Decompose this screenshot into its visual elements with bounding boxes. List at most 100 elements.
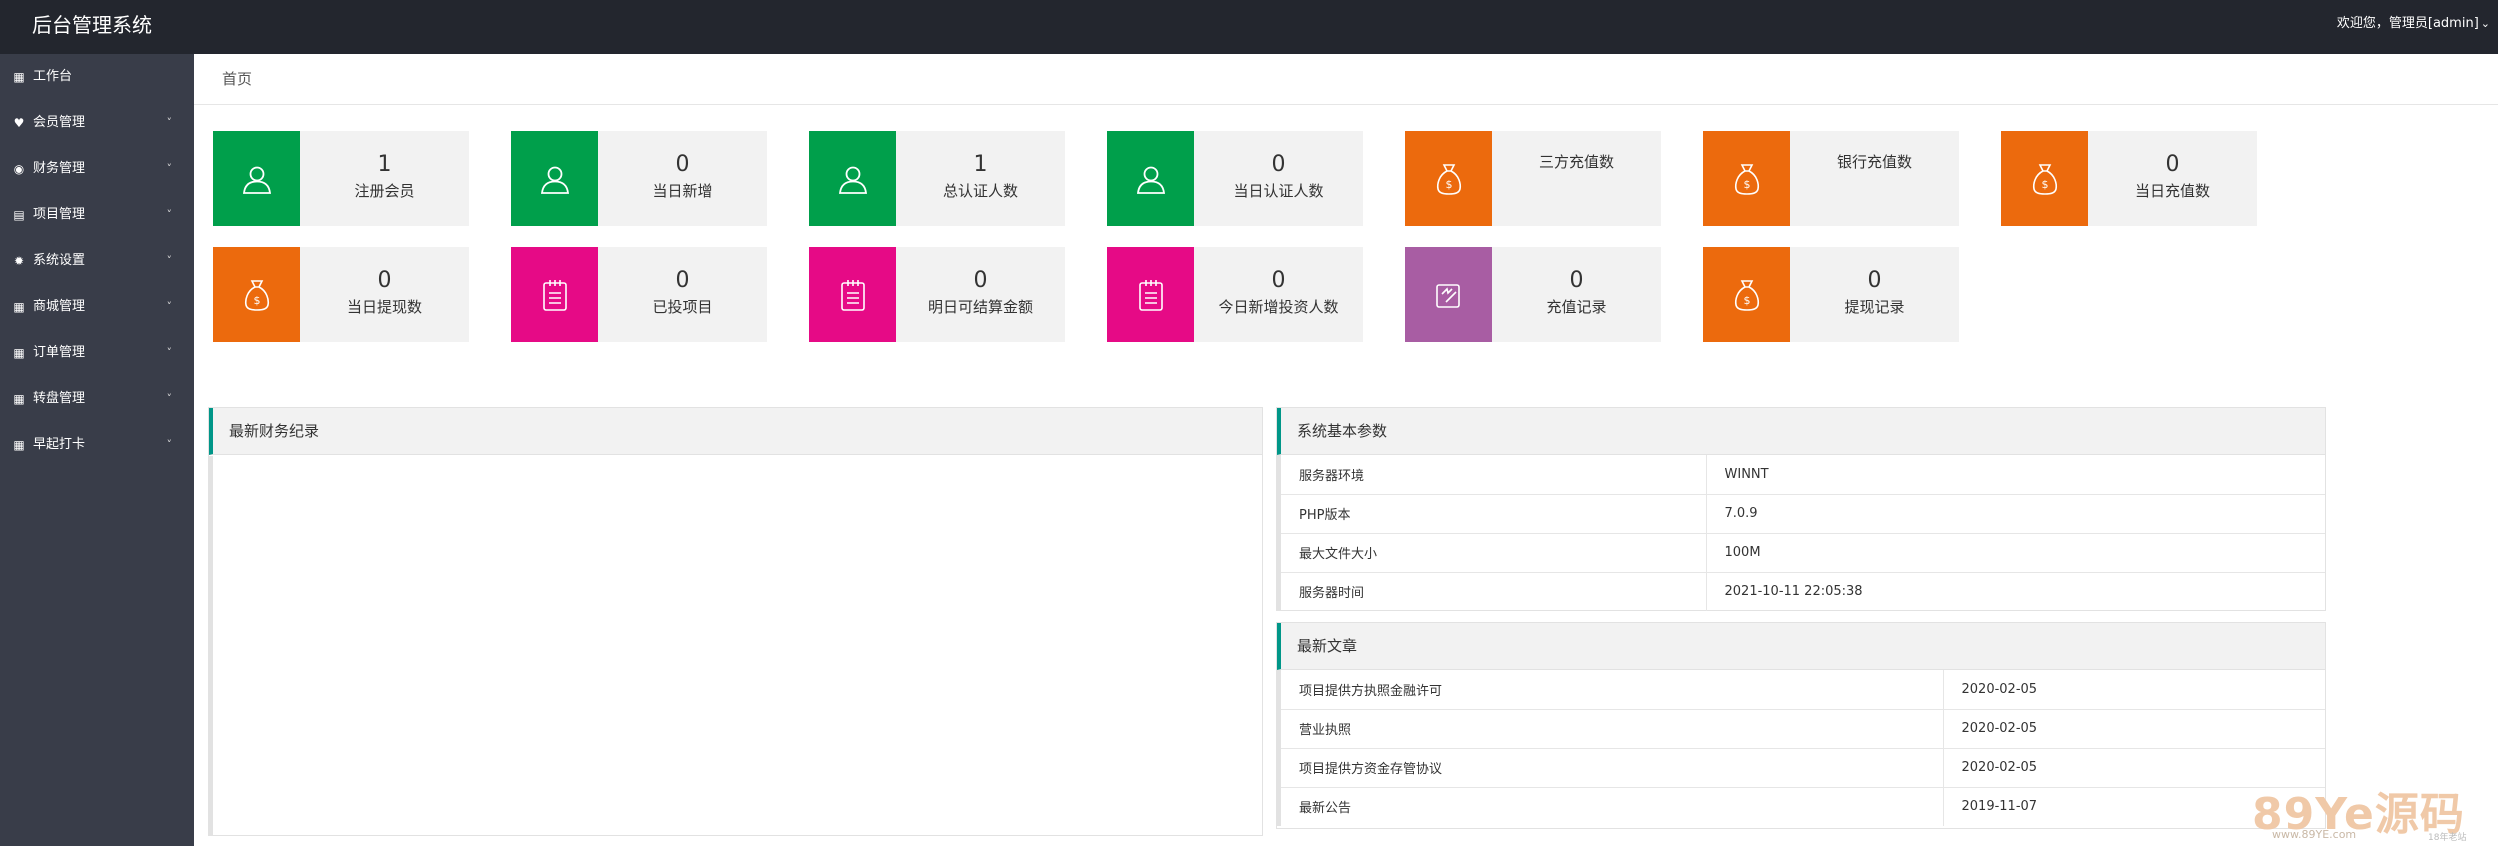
- finance-panel-body: [209, 456, 1262, 835]
- system-table: 服务器环境 WINNT PHP版本 7.0.9 最大文件大小 100M 服务器时间 2021-…: [1281, 455, 2325, 611]
- chevron-down-icon: ˅: [166, 438, 173, 451]
- stat-label: 今日新增投资人数: [1218, 298, 1339, 316]
- stat-value: 0: [675, 152, 690, 177]
- money-bag-icon: $: [1405, 131, 1492, 226]
- stat-label: 三方充值数: [1538, 153, 1614, 171]
- chevron-down-icon: ˅: [166, 208, 173, 221]
- user-icon: [809, 131, 896, 226]
- article-date: 2020-02-05: [1943, 709, 2325, 749]
- stat-card[interactable]: $0 当日充值数: [2001, 131, 2257, 226]
- article-title[interactable]: 项目提供方资金存管协议: [1281, 748, 1944, 788]
- sidebar-item-label: 工作台: [33, 69, 73, 84]
- money-bag-icon: $: [213, 247, 300, 342]
- stat-label: 银行充值数: [1836, 153, 1912, 171]
- articles-panel-title: 最新文章: [1277, 623, 2325, 670]
- stat-label: 提现记录: [1844, 298, 1905, 316]
- stat-value: 0: [377, 268, 392, 293]
- table-row: 服务器时间 2021-10-11 22:05:38: [1281, 572, 2325, 611]
- clipboard-icon: [1107, 247, 1194, 342]
- checkin-icon: ▦: [13, 438, 25, 452]
- stat-card[interactable]: 0 当日新增: [511, 131, 767, 226]
- stat-card[interactable]: 0 充值记录: [1405, 247, 1661, 342]
- recharge-icon: [1405, 247, 1492, 342]
- finance-icon: ◉: [13, 162, 25, 176]
- stat-label: 注册会员: [354, 182, 415, 200]
- watermark-tag: 18年老站: [2428, 833, 2467, 843]
- member-icon: ♥: [13, 116, 25, 130]
- money-bag-icon: $: [2001, 131, 2088, 226]
- param-value: 7.0.9: [1706, 494, 2325, 534]
- articles-panel: 最新文章 项目提供方执照金融许可 2020-02-05 营业执照 2020-02-05…: [1276, 622, 2326, 829]
- table-row[interactable]: 项目提供方执照金融许可 2020-02-05: [1281, 670, 2325, 710]
- sidebar-item-label: 系统设置: [33, 253, 86, 268]
- param-name: PHP版本: [1281, 494, 1707, 534]
- system-panel: 系统基本参数 服务器环境 WINNT PHP版本 7.0.9 最大文件大小 100M 服务器…: [1276, 407, 2326, 611]
- stat-card[interactable]: 1 注册会员: [213, 131, 469, 226]
- chevron-down-icon: ˅: [166, 162, 173, 175]
- order-icon: ▦: [13, 346, 25, 360]
- article-date: 2020-02-05: [1943, 670, 2325, 710]
- article-title[interactable]: 最新公告: [1281, 787, 1944, 826]
- svg-text:$: $: [1445, 178, 1452, 191]
- stat-label: 已投项目: [652, 298, 713, 316]
- watermark-url: www.89YE.com: [2272, 828, 2357, 841]
- table-row: 最大文件大小 100M: [1281, 533, 2325, 573]
- sidebar-item[interactable]: ✹ 系统设置 ˅: [0, 238, 194, 284]
- table-row: PHP版本 7.0.9: [1281, 494, 2325, 534]
- sidebar-item-label: 会员管理: [33, 115, 86, 130]
- table-row[interactable]: 营业执照 2020-02-05: [1281, 709, 2325, 749]
- stat-card[interactable]: 0 当日认证人数: [1107, 131, 1363, 226]
- stat-card[interactable]: $ 三方充值数: [1405, 131, 1661, 226]
- chevron-down-icon: ˅: [166, 300, 173, 313]
- stat-card[interactable]: $ 银行充值数: [1703, 131, 1959, 226]
- finance-panel-title: 最新财务纪录: [209, 408, 1262, 455]
- stat-value: 0: [1569, 268, 1584, 293]
- user-greeting: 欢迎您，管理员[admin]: [2336, 16, 2479, 31]
- table-row[interactable]: 最新公告 2019-11-07: [1281, 787, 2325, 826]
- finance-panel: 最新财务纪录: [208, 407, 1263, 836]
- table-row[interactable]: 项目提供方资金存管协议 2020-02-05: [1281, 748, 2325, 788]
- stat-card[interactable]: 0 今日新增投资人数: [1107, 247, 1363, 342]
- articles-table-wrap: 项目提供方执照金融许可 2020-02-05 营业执照 2020-02-05 项目提供方…: [1277, 670, 2325, 826]
- system-panel-title: 系统基本参数: [1277, 408, 2325, 455]
- stat-value: 0: [973, 268, 988, 293]
- shop-icon: ▦: [13, 300, 25, 314]
- stat-card[interactable]: 0 明日可结算金额: [809, 247, 1065, 342]
- stat-value: 0: [2165, 152, 2180, 177]
- chevron-down-icon: ˅: [166, 346, 173, 359]
- article-title[interactable]: 项目提供方执照金融许可: [1281, 670, 1944, 710]
- article-title[interactable]: 营业执照: [1281, 709, 1944, 749]
- articles-table: 项目提供方执照金融许可 2020-02-05 营业执照 2020-02-05 项目提供方…: [1281, 670, 2325, 826]
- clipboard-icon: [511, 247, 598, 342]
- stat-card[interactable]: 1 总认证人数: [809, 131, 1065, 226]
- sidebar-item[interactable]: ◉ 财务管理 ˅: [0, 146, 194, 192]
- sidebar-item[interactable]: ♥ 会员管理 ˅: [0, 100, 194, 146]
- sidebar-item-label: 早起打卡: [33, 437, 86, 452]
- stat-card[interactable]: $0 提现记录: [1703, 247, 1959, 342]
- stat-value: 0: [1867, 268, 1882, 293]
- stat-card[interactable]: $0 当日提现数: [213, 247, 469, 342]
- param-name: 最大文件大小: [1281, 533, 1707, 573]
- stat-card[interactable]: 0 已投项目: [511, 247, 767, 342]
- gear-icon: ✹: [13, 254, 25, 268]
- dashboard-icon: ▦: [13, 70, 25, 84]
- param-value: 2021-10-11 22:05:38: [1724, 584, 1863, 600]
- sidebar-item[interactable]: ▦ 转盘管理 ˅: [0, 376, 194, 422]
- sidebar: ▦ 工作台 ♥ 会员管理 ˅ ◉ 财务管理 ˅ ▤ 项目管理 ˅ ✹ 系统设置 ˅ ▦ 商城管理 ˅ ▦ 订单管理 ˅…: [0, 54, 194, 846]
- sidebar-item[interactable]: ▦ 早起打卡 ˅: [0, 422, 194, 468]
- sidebar-item-label: 商城管理: [33, 299, 86, 314]
- sidebar-item[interactable]: ▦ 工作台: [0, 54, 194, 100]
- user-menu[interactable]: 欢迎您，管理员[admin] ⌄: [2337, 0, 2490, 54]
- stat-value: 0: [1271, 152, 1286, 177]
- sidebar-item[interactable]: ▦ 订单管理 ˅: [0, 330, 194, 376]
- stat-label: 当日新增: [652, 182, 713, 200]
- sidebar-item[interactable]: ▤ 项目管理 ˅: [0, 192, 194, 238]
- sidebar-item[interactable]: ▦ 商城管理 ˅: [0, 284, 194, 330]
- user-icon: [213, 131, 300, 226]
- param-value: WINNT: [1706, 455, 2325, 495]
- svg-text:$: $: [1743, 294, 1750, 307]
- tab-home[interactable]: 首页: [222, 54, 252, 105]
- main-content: 首页 1 注册会员 0 当日新增 1 总认证人数 0 当日认证人数 $ 三方充值数 $ 银行充值数 $0…: [194, 54, 2498, 846]
- chevron-down-icon: ˅: [166, 116, 173, 129]
- money-bag-icon: $: [1703, 247, 1790, 342]
